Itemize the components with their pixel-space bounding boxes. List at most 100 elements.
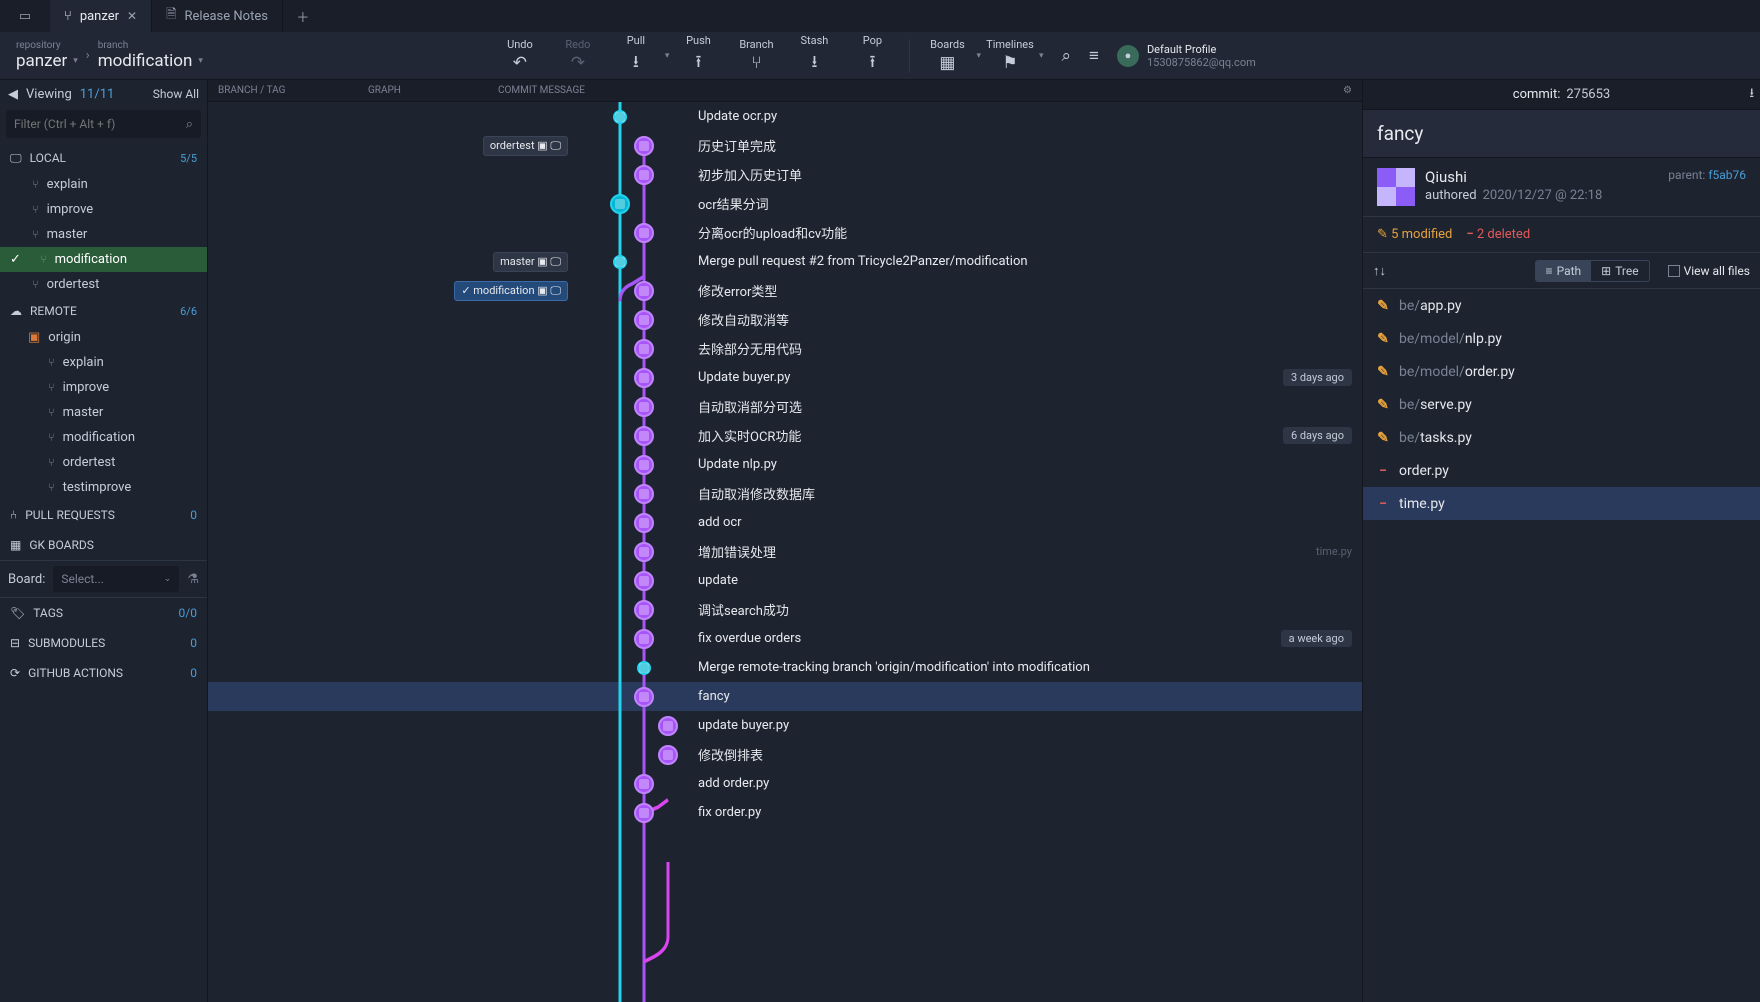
commit-row[interactable]: fix order.py (208, 798, 1362, 827)
local-branch-item[interactable]: ✓⑂modification (0, 247, 207, 272)
remote-branch-item[interactable]: ⑂improve (0, 375, 207, 400)
commit-node[interactable] (634, 455, 654, 475)
timelines-button[interactable]: Timelines⚑ (981, 38, 1039, 73)
local-branch-item[interactable]: ⑂master (0, 222, 207, 247)
commit-node[interactable] (634, 571, 654, 591)
push-button[interactable]: Push⭱ (669, 34, 727, 78)
local-section-header[interactable]: 🖵 LOCAL 5/5 (0, 144, 207, 172)
commit-node[interactable] (634, 542, 654, 562)
stash-button[interactable]: Stash⭳ (785, 34, 843, 78)
local-branch-item[interactable]: ⑂improve (0, 197, 207, 222)
remote-branch-item[interactable]: ⑂master (0, 400, 207, 425)
redo-button[interactable]: Redo↷ (549, 38, 607, 73)
commit-node[interactable] (634, 223, 654, 243)
file-row[interactable]: −time.py (1363, 487, 1760, 520)
commit-node[interactable] (634, 310, 654, 330)
remote-section-header[interactable]: ☁ REMOTE 6/6 (0, 297, 207, 325)
parent-hash[interactable]: f5ab76 (1708, 168, 1746, 182)
commit-row[interactable]: ocr结果分词 (208, 189, 1362, 218)
commit-row[interactable]: 自动取消修改数据库 (208, 479, 1362, 508)
commit-node[interactable] (634, 629, 654, 649)
commit-row[interactable]: Update buyer.py3 days ago (208, 363, 1362, 392)
commit-node[interactable] (634, 281, 654, 301)
commit-row[interactable]: update (208, 566, 1362, 595)
menu-icon[interactable]: ≡ (1089, 46, 1099, 66)
commit-row[interactable]: add order.py (208, 769, 1362, 798)
github-actions-section[interactable]: ⟳ GITHUB ACTIONS 0 (0, 658, 207, 688)
origin-item[interactable]: ▣ origin (0, 325, 207, 350)
local-branch-item[interactable]: ⑂ordertest (0, 272, 207, 297)
repo-dropdown[interactable]: panzer ▾ (16, 51, 78, 71)
commit-row[interactable]: ordertest ▣ 🖵历史订单完成 (208, 131, 1362, 160)
view-toggle[interactable]: ≡Path ⊞Tree (1535, 260, 1650, 282)
close-icon[interactable]: ✕ (127, 9, 137, 23)
commit-node[interactable] (634, 397, 654, 417)
profile-menu[interactable]: ● Default Profile 1530875862@qq.com (1117, 43, 1256, 69)
commit-row[interactable]: 分离ocr的upload和cv功能 (208, 218, 1362, 247)
file-row[interactable]: ✎be/tasks.py (1363, 421, 1760, 454)
remote-branch-item[interactable]: ⑂modification (0, 425, 207, 450)
sort-icon[interactable]: ↑↓ (1373, 263, 1386, 279)
commit-row[interactable]: 初步加入历史订单 (208, 160, 1362, 189)
commit-node[interactable] (634, 687, 654, 707)
remote-branch-item[interactable]: ⑂ordertest (0, 450, 207, 475)
remote-branch-item[interactable]: ⑂explain (0, 350, 207, 375)
pull-requests-section[interactable]: ⑃ PULL REQUESTS 0 (0, 500, 207, 530)
tab-repo[interactable]: ⑂ panzer ✕ (50, 0, 152, 32)
commit-row[interactable]: 自动取消部分可选 (208, 392, 1362, 421)
commit-node[interactable] (613, 255, 627, 269)
undo-button[interactable]: Undo↶ (491, 38, 549, 73)
commit-row[interactable]: Update ocr.py (208, 102, 1362, 131)
view-all-checkbox[interactable]: View all files (1668, 264, 1750, 278)
commit-node[interactable] (610, 194, 630, 214)
remote-branch-item[interactable]: ⑂testimprove (0, 475, 207, 500)
commit-node[interactable] (658, 716, 678, 736)
board-select[interactable]: Select...⌄ (53, 566, 179, 592)
gear-icon[interactable]: ⚙ (1343, 85, 1362, 96)
file-row[interactable]: ✎be/model/order.py (1363, 355, 1760, 388)
back-icon[interactable]: ◀ (8, 87, 18, 102)
commit-node[interactable] (634, 136, 654, 156)
file-row[interactable]: ✎be/app.py (1363, 289, 1760, 322)
filter-input-wrap[interactable]: ⌕ (6, 110, 201, 138)
commit-row[interactable]: 增加错误处理time.py (208, 537, 1362, 566)
filter-input[interactable] (14, 117, 186, 131)
file-row[interactable]: ✎be/model/nlp.py (1363, 322, 1760, 355)
file-row[interactable]: −order.py (1363, 454, 1760, 487)
commit-node[interactable] (634, 484, 654, 504)
commit-node[interactable] (634, 339, 654, 359)
search-icon[interactable]: ⌕ (1062, 46, 1072, 66)
tags-section[interactable]: 🏷 TAGS 0/0 (0, 598, 207, 628)
commit-node[interactable] (613, 110, 627, 124)
tab-release-notes[interactable]: 🗎 Release Notes (152, 0, 283, 32)
commit-node[interactable] (634, 513, 654, 533)
file-row[interactable]: ✎be/serve.py (1363, 388, 1760, 421)
commit-row[interactable]: master ▣ 🖵Merge pull request #2 from Tri… (208, 247, 1362, 276)
branch-dropdown[interactable]: modification ▾ (98, 51, 203, 71)
commit-row[interactable]: 修改自动取消等 (208, 305, 1362, 334)
add-tab-button[interactable]: ＋ (283, 7, 323, 26)
commit-row[interactable]: update buyer.py (208, 711, 1362, 740)
commit-node[interactable] (634, 165, 654, 185)
local-branch-item[interactable]: ⑂explain (0, 172, 207, 197)
commit-node[interactable] (637, 661, 651, 675)
folder-icon[interactable]: ▭ (0, 9, 50, 24)
commit-node[interactable] (634, 426, 654, 446)
commit-row[interactable]: add ocr (208, 508, 1362, 537)
commit-row[interactable]: fancy (208, 682, 1362, 711)
commit-node[interactable] (634, 368, 654, 388)
show-all-button[interactable]: Show All (153, 87, 199, 101)
commit-row[interactable]: 加入实时OCR功能6 days ago (208, 421, 1362, 450)
commit-row[interactable]: fix overdue ordersa week ago (208, 624, 1362, 653)
pop-button[interactable]: Pop⭱ (843, 34, 901, 78)
download-icon[interactable]: ⭳ (1749, 84, 1754, 106)
commit-row[interactable]: 修改倒排表 (208, 740, 1362, 769)
commit-node[interactable] (634, 600, 654, 620)
branch-button[interactable]: Branch⑂ (727, 38, 785, 73)
pull-button[interactable]: Pull⭳ (607, 34, 665, 78)
commit-node[interactable] (634, 803, 654, 823)
commit-row[interactable]: Update nlp.py (208, 450, 1362, 479)
commit-row[interactable]: Merge remote-tracking branch 'origin/mod… (208, 653, 1362, 682)
commit-row[interactable]: 去除部分无用代码 (208, 334, 1362, 363)
commit-node[interactable] (634, 774, 654, 794)
